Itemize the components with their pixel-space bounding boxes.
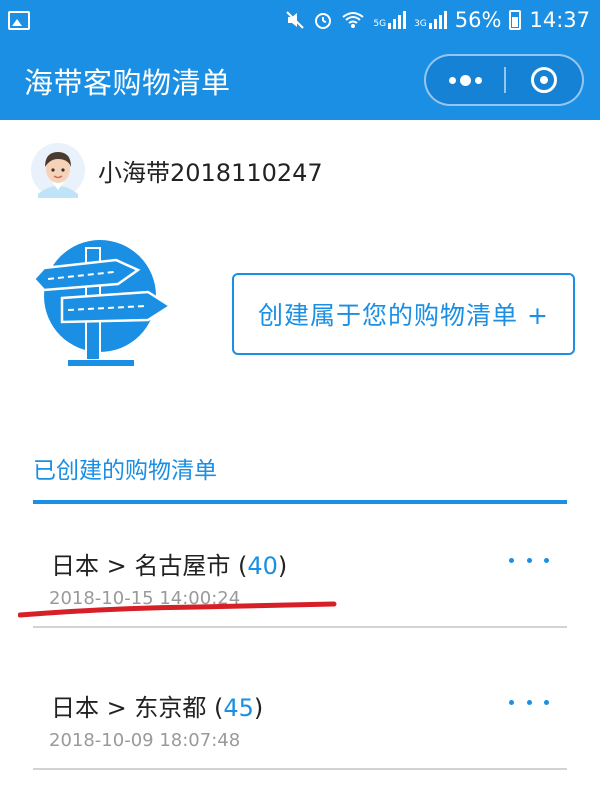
list-item-count: 40 (247, 552, 278, 580)
more-dot-icon (544, 557, 549, 563)
section-title: 已创建的购物清单 (33, 458, 217, 484)
list-item-more-button[interactable] (509, 550, 549, 570)
section-divider (33, 500, 567, 504)
network-label-2: 3G (414, 19, 427, 29)
more-dot-icon (474, 76, 482, 84)
more-dot-icon (526, 557, 532, 563)
list-item-date: 2018-10-09 18:07:48 (49, 730, 241, 751)
more-dot-icon (509, 699, 514, 705)
target-close-icon (531, 67, 557, 93)
more-dot-icon (448, 76, 456, 84)
mute-icon (286, 11, 305, 29)
signal-icon-2: 3G (414, 11, 447, 29)
username: 小海带2018110247 (98, 158, 323, 187)
alarm-icon (315, 13, 332, 29)
list-item-name: 日本 > 东京都 ( (51, 694, 224, 722)
gallery-icon (8, 10, 30, 30)
red-underline-annotation (18, 601, 337, 618)
more-dot-icon (459, 74, 471, 86)
status-bar-left (0, 10, 30, 30)
more-dot-icon (509, 557, 514, 563)
close-button[interactable] (506, 56, 582, 104)
battery-icon (509, 10, 522, 30)
list-item-count: 45 (223, 694, 254, 722)
create-list-button[interactable]: 创建属于您的购物清单 + (232, 273, 575, 355)
signpost-illustration (32, 240, 173, 366)
more-dot-icon (544, 699, 549, 705)
clock: 14:37 (529, 8, 590, 32)
user-row: 小海带2018110247 (30, 140, 323, 200)
list-item-title: 日本 > 东京都 (45) (51, 688, 263, 723)
app-title: 海带客购物清单 (24, 66, 231, 100)
more-button[interactable] (426, 56, 504, 104)
list-item-title: 日本 > 名古屋市 (40) (51, 546, 287, 581)
battery-percent: 56% (454, 8, 502, 32)
wifi-icon (342, 12, 364, 28)
list-item-suffix: ) (277, 552, 288, 580)
status-bar: 5G 3G 56% 14:37 (0, 0, 600, 40)
miniprogram-capsule (424, 54, 584, 106)
title-bar: 海带客购物清单 (0, 40, 600, 120)
list-item-name: 日本 > 名古屋市 ( (51, 552, 248, 580)
list-item[interactable]: 日本 > 东京都 (45) 2018-10-09 18:07:48 (33, 652, 567, 770)
status-bar-right: 5G 3G 56% 14:37 (285, 8, 600, 32)
network-label: 5G (373, 19, 387, 29)
more-dot-icon (526, 699, 532, 705)
signal-icon: 5G (373, 11, 407, 29)
avatar[interactable] (30, 142, 86, 198)
list-item-suffix: ) (253, 694, 264, 722)
list-item-more-button[interactable] (509, 692, 549, 712)
